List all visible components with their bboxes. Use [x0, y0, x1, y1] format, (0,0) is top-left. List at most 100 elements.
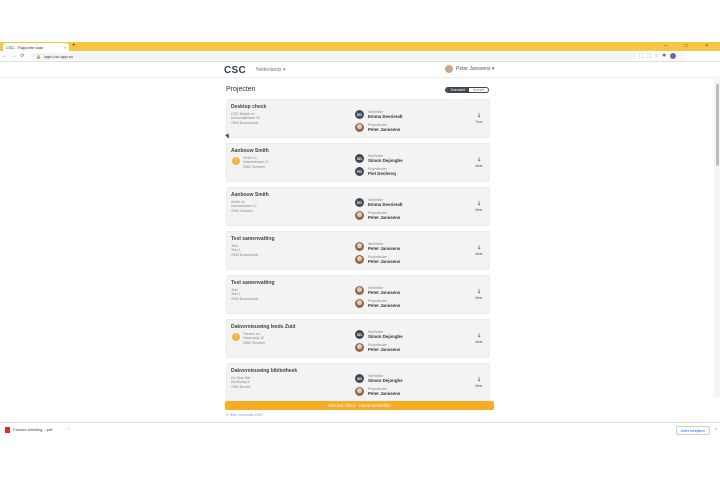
extension-icon[interactable]: ⬚: [639, 53, 644, 59]
avatar: [355, 299, 364, 308]
puzzle-icon[interactable]: ✱: [662, 53, 666, 59]
project-manager: Projectleider Peter Janssens: [355, 343, 400, 352]
details-button[interactable]: ⍋ Meer: [474, 289, 484, 300]
copyright-text: © Rise Informatie 2022: [226, 413, 263, 417]
new-client-banner[interactable]: Nieuwe client - nieuw Bestellen: [225, 401, 494, 410]
details-label: Meer: [475, 208, 483, 212]
chevron-up-icon[interactable]: ⌃: [67, 427, 70, 432]
person-name: Emma Devriendt: [368, 114, 403, 119]
address-line: Industrielaan 12: [243, 160, 269, 165]
project-title: Test samenvatting: [231, 280, 275, 286]
details-button[interactable]: ⍋ Meer: [474, 201, 484, 212]
person-name: Peter Janssens: [368, 215, 401, 220]
address-line: Haverweg 12: [243, 336, 265, 341]
navigation-arrow-icon: ⍋: [477, 201, 481, 207]
reload-icon[interactable]: ⟳: [18, 53, 27, 59]
view-toggle[interactable]: Overzicht Archief: [445, 87, 489, 93]
avatar: SD: [355, 374, 364, 383]
new-tab-button[interactable]: +: [72, 42, 76, 51]
show-all-button[interactable]: Alles bekijken: [675, 426, 710, 435]
project-title: Desktop check: [231, 104, 267, 110]
person-name: Peter Janssens: [368, 246, 401, 251]
download-item[interactable]: Facture inleiding....pdf: [5, 426, 65, 433]
toggle-archive[interactable]: Archief: [469, 88, 488, 92]
project-card[interactable]: Desktop check CSC België nv Koninklijkelaa…: [226, 99, 490, 138]
avatar: [445, 65, 453, 73]
address-line: 2900 Schoten: [243, 164, 266, 169]
project-card[interactable]: Test samenvatting Test Test 1 2930 Brasscha…: [226, 231, 490, 270]
avatar: [355, 343, 364, 352]
navigation-arrow-icon: ⍋: [477, 333, 481, 339]
avatar: ED: [355, 110, 364, 119]
download-filename: Facture inleiding....pdf: [13, 427, 53, 432]
navigation-arrow-icon: ⍋: [477, 245, 481, 251]
address-bar[interactable]: 🔒 login.csc-app.eu: [31, 52, 636, 60]
address-line: 2900 Schoten: [231, 208, 254, 213]
project-title: Aanbouw Smith: [231, 148, 269, 154]
site-manager: SD Werfleider Simon Dejonghe: [355, 374, 403, 383]
project-card[interactable]: Dakvernieuwing bibliotheek De Stad Ber Ker…: [226, 363, 490, 402]
forward-icon[interactable]: →: [9, 53, 18, 59]
warning-icon: !: [232, 333, 240, 341]
site-manager: SD Werfleider Simon Dejonghe: [355, 330, 403, 339]
browser-tab[interactable]: CSC - Rapporte kaar ×: [3, 43, 69, 51]
user-menu[interactable]: Peter Janssens ▾: [445, 65, 494, 73]
details-label: Meer: [475, 252, 483, 256]
details-button[interactable]: ⍋ Toon: [474, 113, 484, 124]
window-controls[interactable]: – □ ×: [665, 42, 717, 51]
profile-avatar[interactable]: [670, 53, 677, 59]
person-name: Emma Devriendt: [368, 202, 403, 207]
project-card[interactable]: Dakvernieuwing Ieeds Zuid! Trustee nv Have…: [226, 319, 490, 358]
details-button[interactable]: ⍋ Meer: [474, 245, 484, 256]
project-manager: Projectleider Peter Janssens: [355, 387, 400, 396]
close-icon[interactable]: ×: [715, 426, 717, 431]
person-name: Peter Janssens: [368, 347, 401, 352]
person-name: Simon Dejonghe: [368, 158, 403, 163]
url-text: login.csc-app.eu: [43, 53, 74, 59]
address-line: Industrielaan 12: [231, 204, 257, 209]
site-manager: ED Werfleider Emma Devriendt: [355, 110, 403, 119]
warning-icon: !: [232, 157, 240, 165]
details-button[interactable]: ⍋ Meer: [474, 157, 484, 168]
details-button[interactable]: ⍋ Meer: [474, 333, 484, 344]
avatar: [355, 242, 364, 251]
person-name: Simon Dejonghe: [368, 334, 403, 339]
star-icon[interactable]: ☆: [654, 53, 658, 59]
project-title: Dakvernieuwing bibliotheek: [231, 368, 298, 374]
details-button[interactable]: ⍋ Meer: [474, 377, 484, 388]
project-card[interactable]: Test samenvatting Test Test 1 2930 Brasscha…: [226, 275, 490, 314]
person-name: Simon Dejonghe: [368, 378, 403, 383]
person-name: Peter Janssens: [368, 303, 401, 308]
avatar: [355, 286, 364, 295]
project-card[interactable]: Aanbouw Smith! Smith nv Industrielaan 12 29…: [226, 143, 490, 182]
project-title: Test samenvatting: [231, 236, 275, 242]
tab-close-icon[interactable]: ×: [64, 45, 66, 50]
extension-icon[interactable]: ⬚: [647, 53, 652, 59]
app-logo[interactable]: CSC: [224, 65, 246, 76]
scrollbar-thumb[interactable]: [716, 84, 719, 166]
project-manager: Projectleider Peter Janssens: [355, 299, 400, 308]
project-address: Test Test 1 2930 Brasschaat: [231, 288, 258, 301]
project-address: Trustee nv Haverweg 12 2900 Schoten: [243, 332, 265, 345]
details-label: Meer: [475, 164, 483, 168]
details-label: Meer: [475, 384, 483, 388]
toggle-overview[interactable]: Overzicht: [446, 88, 470, 92]
avatar: ED: [355, 198, 364, 207]
project-title: Dakvernieuwing Ieeds Zuid: [231, 324, 296, 330]
lock-icon: 🔒: [36, 53, 41, 59]
project-card[interactable]: Aanbouw Smith Smith nv Industrielaan 12 290…: [226, 187, 490, 226]
kebab-menu-icon[interactable]: ⋮: [679, 53, 684, 59]
project-manager: Projectleider Peter Janssens: [355, 123, 400, 132]
address-line: 2900 Schoten: [243, 340, 266, 345]
avatar: PD: [355, 167, 364, 176]
project-address: Smith nv Industrielaan 12 2900 Schoten: [243, 156, 269, 169]
details-label: Meer: [475, 296, 483, 300]
avatar: SD: [355, 154, 364, 163]
page-header: Projecten Overzicht Archief: [226, 86, 495, 96]
browser-tabstrip: CSC - Rapporte kaar × + – □ ×: [0, 42, 720, 51]
project-title: Aanbouw Smith: [231, 192, 269, 198]
person-name: Peter Janssens: [368, 290, 401, 295]
back-icon[interactable]: ←: [0, 53, 9, 59]
language-dropdown[interactable]: Nederlands ▾: [256, 67, 285, 73]
avatar: [355, 387, 364, 396]
